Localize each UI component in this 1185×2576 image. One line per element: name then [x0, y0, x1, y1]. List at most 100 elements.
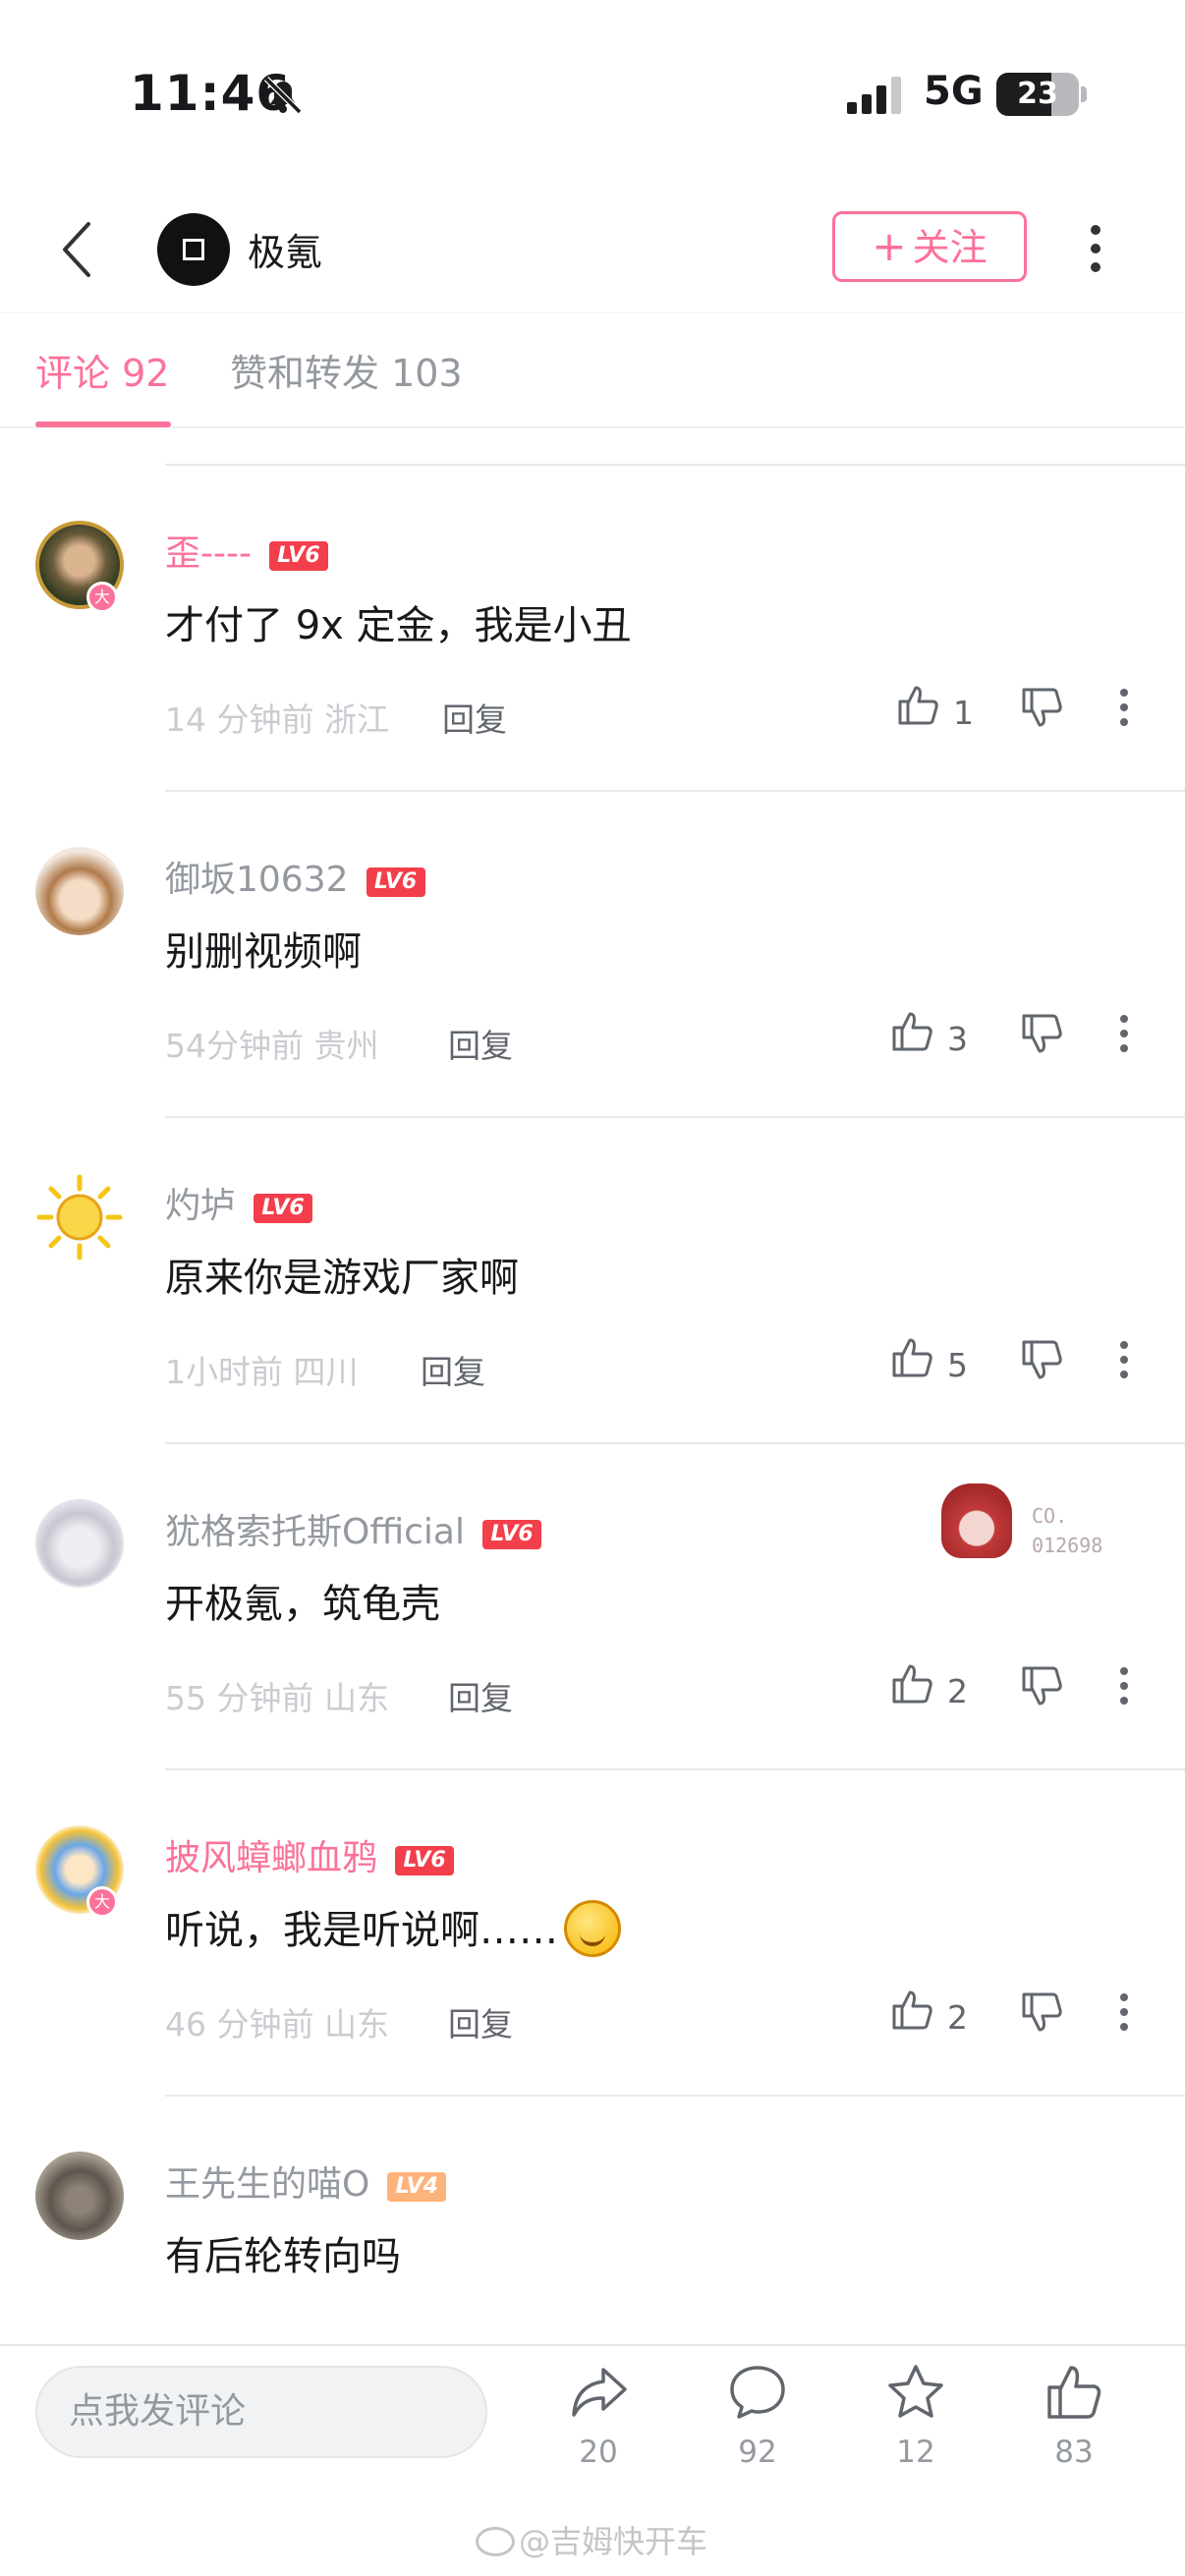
share-icon — [572, 2368, 627, 2417]
username[interactable]: 灼垆 LV6 — [165, 1177, 313, 1228]
share-count: 20 — [579, 2435, 618, 2470]
comment-text: 有后轮转向吗 — [165, 2234, 401, 2279]
level-badge: LV6 — [482, 1520, 541, 1549]
comment-meta: 14 分钟前 浙江 — [165, 700, 389, 739]
weibo-logo-icon — [476, 2527, 515, 2556]
avatar[interactable] — [35, 1173, 124, 1261]
comment-bubble-icon — [730, 2366, 785, 2419]
comment-item: 大 披风蟑螂血鸦 LV6 听说，我是听说啊…… 46 分钟前 山东 回复 2 — [0, 1770, 1185, 2097]
battery-tip — [1081, 86, 1087, 102]
thumbs-down-icon[interactable] — [1018, 684, 1065, 731]
bottom-action-bar: 点我发评论 20 92 12 83 @吉姆快开车 — [0, 2344, 1185, 2576]
back-arrow-icon[interactable] — [51, 216, 110, 283]
comment-more-icon[interactable] — [1118, 684, 1130, 731]
comment-item: 大 歪---- LV6 才付了 9x 定金，我是小丑 14 分钟前 浙江 回复 1 — [0, 466, 1185, 792]
username[interactable]: 犹格索托斯Official LV6 — [165, 1503, 541, 1554]
comment-more-icon[interactable] — [1118, 1662, 1130, 1709]
battery-level: 23 — [1017, 77, 1058, 111]
reply-button[interactable]: 回复 — [448, 1020, 513, 1067]
thumbs-up-icon[interactable] — [894, 682, 941, 729]
comment-meta: 46 分钟前 山东 — [165, 2005, 389, 2044]
thumbs-down-icon[interactable] — [1018, 1010, 1065, 1057]
more-options-icon[interactable] — [1091, 216, 1100, 283]
comment-meta: 54分钟前 贵州 — [165, 1027, 379, 1065]
comment-button[interactable]: 92 — [704, 2362, 812, 2509]
like-count: 3 — [947, 1020, 968, 1058]
like-count: 2 — [947, 1998, 968, 2037]
thumbs-up-icon — [1047, 2366, 1101, 2419]
level-badge: LV6 — [254, 1194, 313, 1223]
level-badge: LV4 — [387, 2172, 447, 2202]
level-badge: LV6 — [268, 541, 328, 571]
grin-emoji-icon — [564, 1900, 621, 1957]
reply-button[interactable]: 回复 — [448, 1672, 513, 1719]
header: 极氪 + 关注 — [0, 187, 1185, 312]
thumbs-up-icon[interactable] — [888, 1008, 935, 1055]
like-count: 83 — [1054, 2435, 1094, 2470]
thumbs-up-icon[interactable] — [888, 1987, 935, 2034]
username[interactable]: 王先生的喵O LV4 — [165, 2156, 447, 2207]
like-count: 2 — [947, 1672, 968, 1710]
signal-icon — [847, 77, 901, 114]
network-type: 5G — [924, 69, 984, 114]
avatar[interactable] — [35, 2152, 124, 2240]
follow-button[interactable]: + 关注 — [832, 211, 1027, 282]
comment-text: 才付了 9x 定金，我是小丑 — [165, 603, 632, 648]
reply-button[interactable]: 回复 — [421, 1346, 485, 1393]
thumbs-down-icon[interactable] — [1018, 1336, 1065, 1383]
reply-button[interactable]: 回复 — [442, 694, 507, 741]
comment-more-icon[interactable] — [1118, 1988, 1130, 2036]
share-button[interactable]: 20 — [544, 2362, 652, 2509]
favorite-count: 12 — [896, 2435, 935, 2470]
thumbs-down-icon[interactable] — [1018, 1988, 1065, 2036]
comment-text: 开极氪，筑龟壳 — [165, 1582, 440, 1627]
battery-icon: 23 — [996, 73, 1079, 116]
brand-name[interactable]: 极氪 — [248, 222, 322, 276]
avatar[interactable] — [35, 1499, 124, 1588]
avatar[interactable] — [35, 847, 124, 935]
thumbs-down-icon[interactable] — [1018, 1662, 1065, 1709]
thumbs-up-icon[interactable] — [888, 1660, 935, 1708]
comment-input[interactable]: 点我发评论 — [35, 2366, 487, 2458]
like-button[interactable]: 83 — [1020, 2362, 1128, 2509]
active-tab-indicator — [35, 421, 171, 427]
like-count: 1 — [953, 694, 974, 732]
reply-button[interactable]: 回复 — [448, 1998, 513, 2045]
comment-more-icon[interactable] — [1118, 1010, 1130, 1057]
favorite-button[interactable]: 12 — [862, 2362, 970, 2509]
comment-text: 听说，我是听说啊…… — [165, 1898, 621, 1957]
comment-item: 御坂10632 LV6 别删视频啊 54分钟前 贵州 回复 3 — [0, 792, 1185, 1118]
comment-text: 原来你是游戏厂家啊 — [165, 1256, 519, 1301]
tab-bar: 评论 92 赞和转发 103 — [0, 312, 1185, 428]
comment-item: 王先生的喵O LV4 有后轮转向吗 — [0, 2097, 1185, 2344]
sun-avatar-icon — [36, 1174, 123, 1260]
thumbs-up-icon[interactable] — [888, 1334, 935, 1381]
watermark: @吉姆快开车 — [476, 2517, 707, 2562]
comment-count: 92 — [738, 2435, 777, 2470]
username[interactable]: 御坂10632 LV6 — [165, 851, 425, 902]
comment-more-icon[interactable] — [1118, 1336, 1130, 1383]
username[interactable]: 歪---- LV6 — [165, 525, 328, 576]
username[interactable]: 披风蟑螂血鸦 LV6 — [165, 1829, 455, 1880]
bell-off-icon — [263, 76, 303, 115]
comment-item: 灼垆 LV6 原来你是游戏厂家啊 1小时前 四川 回复 5 — [0, 1118, 1185, 1444]
level-badge: LV6 — [366, 868, 425, 897]
status-bar: 11:46 5G 23 — [0, 0, 1185, 187]
comment-list[interactable]: 大 歪---- LV6 才付了 9x 定金，我是小丑 14 分钟前 浙江 回复 1… — [0, 428, 1185, 2344]
fan-badge[interactable]: CO. 012698 — [941, 1484, 1128, 1572]
comment-meta: 55 分钟前 山东 — [165, 1679, 389, 1717]
level-badge: LV6 — [395, 1846, 455, 1876]
tab-comments[interactable]: 评论 92 — [35, 343, 169, 397]
vip-badge: 大 — [86, 1886, 118, 1918]
comment-text: 别删视频啊 — [165, 929, 362, 975]
vip-badge: 大 — [86, 582, 118, 613]
plus-icon: + — [872, 222, 907, 270]
like-count: 5 — [947, 1346, 968, 1384]
brand-avatar[interactable] — [157, 213, 230, 286]
fan-badge-character — [941, 1484, 1012, 1558]
comment-item: 犹格索托斯Official LV6 CO. 012698 开极氪，筑龟壳 55 分钟… — [0, 1444, 1185, 1770]
tab-likes-shares[interactable]: 赞和转发 103 — [230, 343, 463, 397]
star-icon — [888, 2365, 943, 2418]
fan-badge-number: CO. 012698 — [1032, 1504, 1103, 1557]
follow-label: 关注 — [912, 226, 988, 269]
